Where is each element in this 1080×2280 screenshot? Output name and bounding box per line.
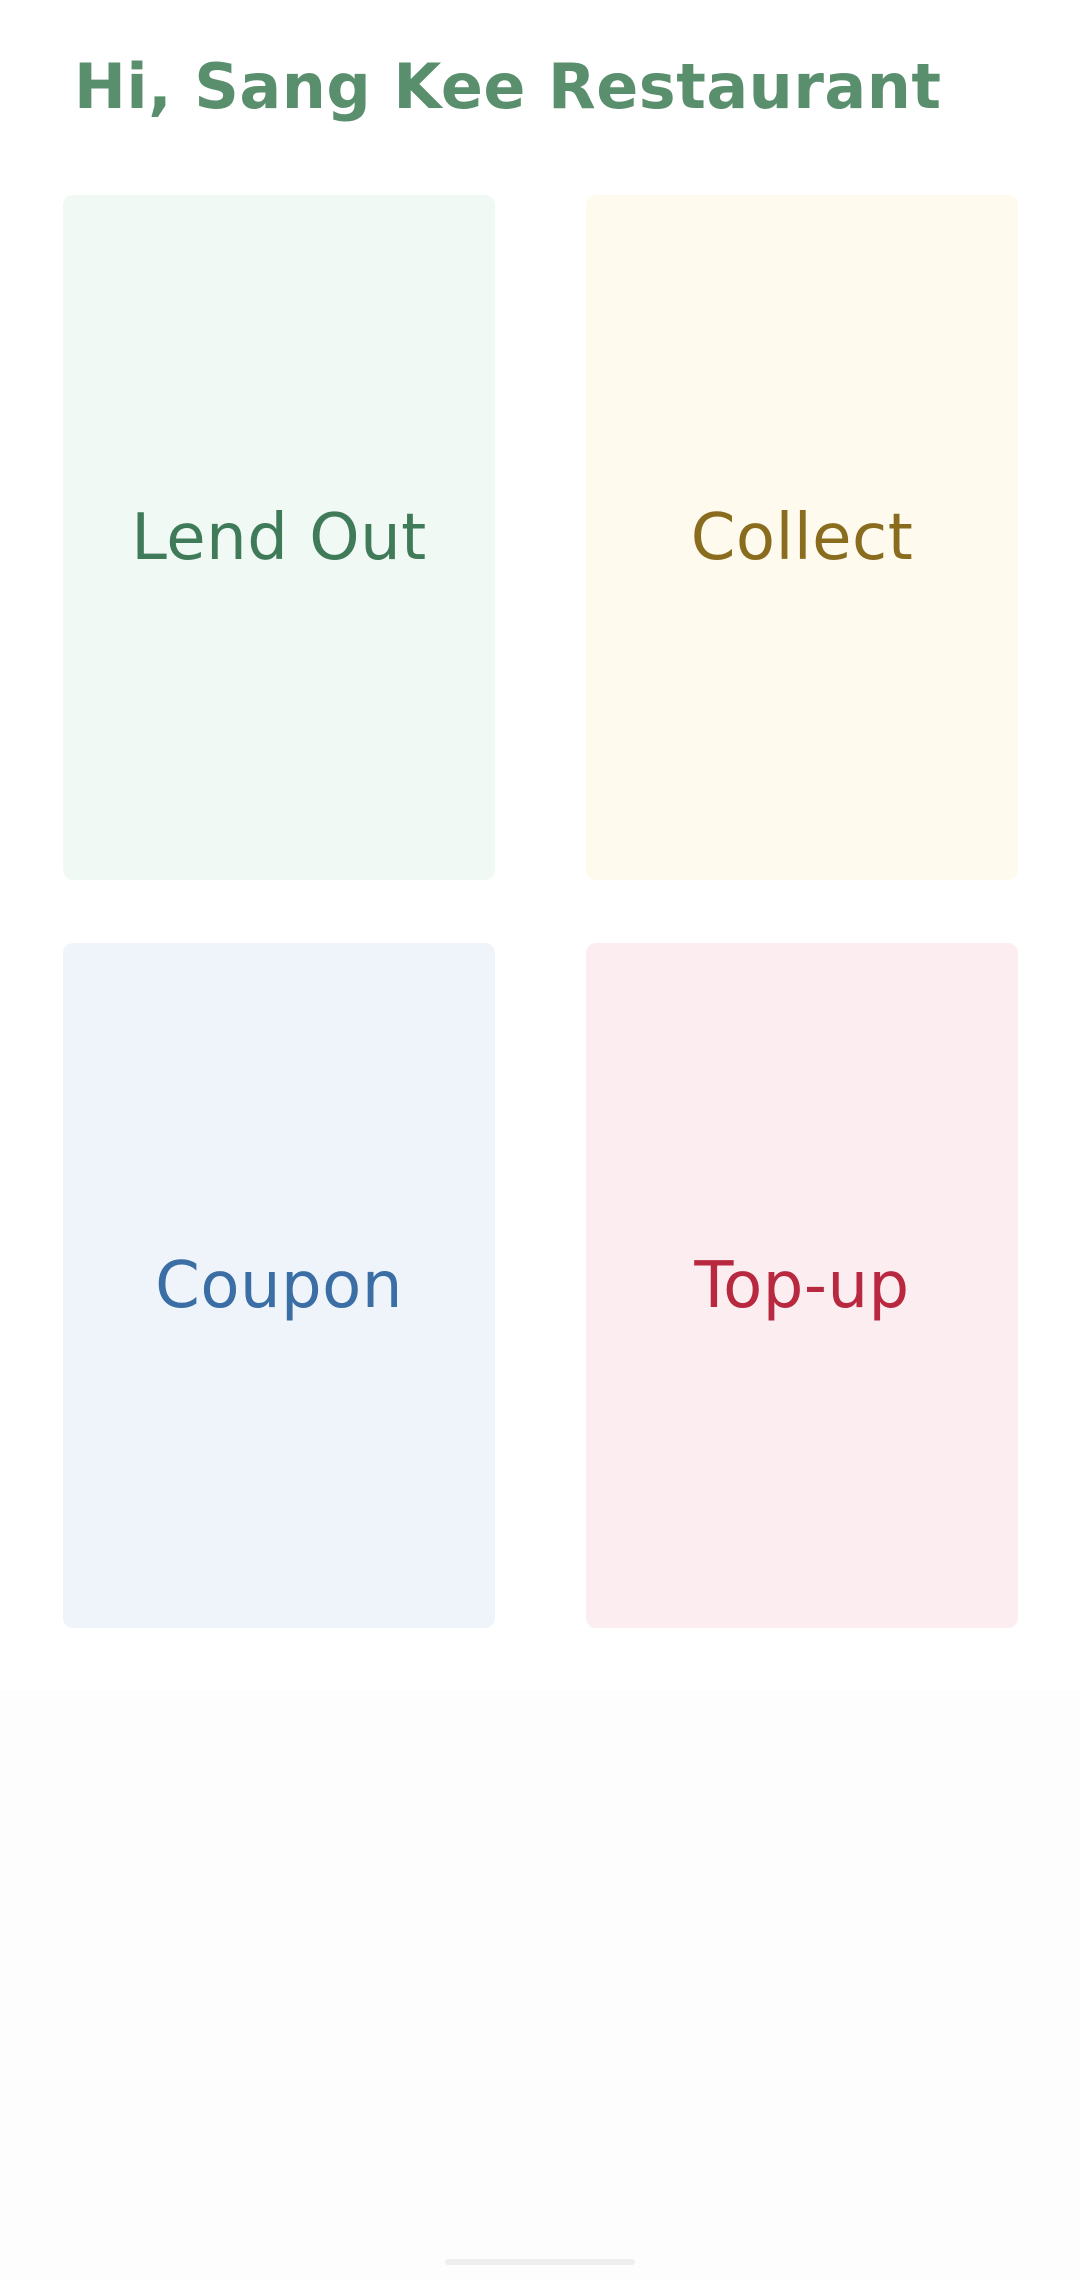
- lend-out-label: Lend Out: [131, 500, 427, 575]
- top-up-button[interactable]: Top-up: [586, 943, 1018, 1628]
- bottom-area: [0, 1690, 1080, 2280]
- collect-button[interactable]: Collect: [586, 195, 1018, 880]
- coupon-button[interactable]: Coupon: [63, 943, 495, 1628]
- home-indicator[interactable]: [445, 2259, 635, 2265]
- home-screen: Hi, Sang Kee Restaurant Lend Out Collect…: [0, 0, 1080, 2280]
- coupon-label: Coupon: [155, 1248, 403, 1323]
- top-up-label: Top-up: [694, 1248, 910, 1323]
- lend-out-button[interactable]: Lend Out: [63, 195, 495, 880]
- collect-label: Collect: [690, 500, 914, 575]
- greeting-title: Hi, Sang Kee Restaurant: [74, 50, 942, 123]
